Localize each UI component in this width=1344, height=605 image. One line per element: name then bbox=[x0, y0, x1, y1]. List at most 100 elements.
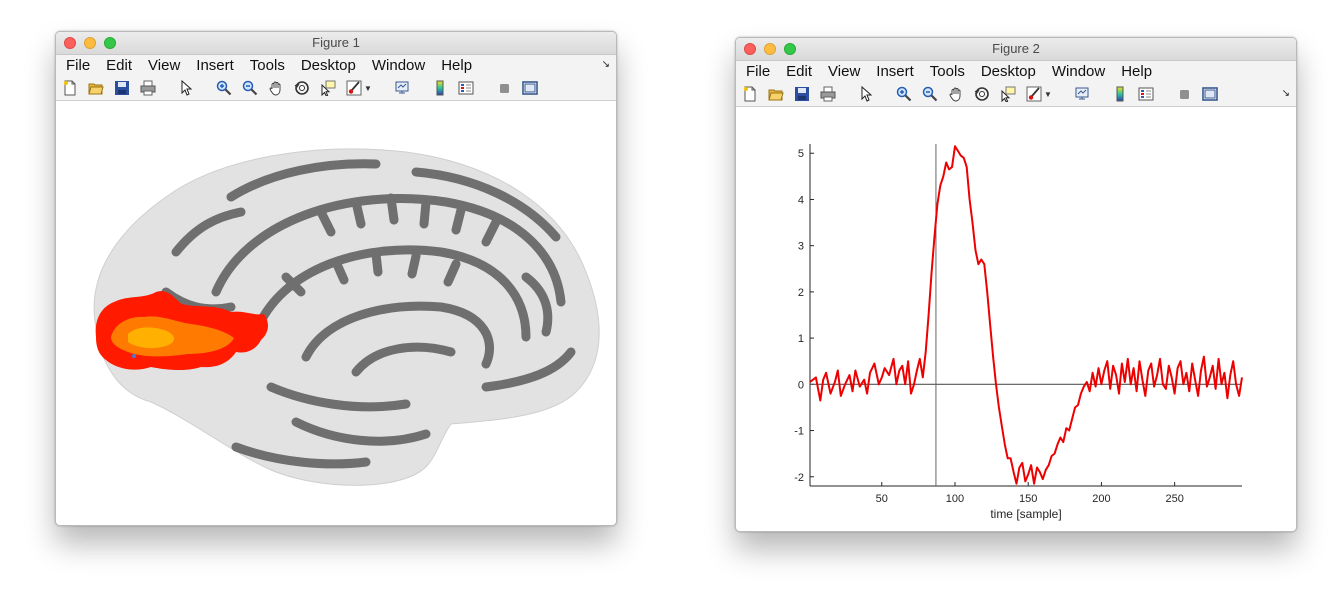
menu-window[interactable]: Window bbox=[364, 55, 433, 76]
figure2-window: Figure 2 File Edit View Insert Tools Des… bbox=[735, 37, 1297, 532]
save-button[interactable] bbox=[112, 78, 132, 98]
menu-file[interactable]: File bbox=[738, 61, 778, 82]
link-plot-icon bbox=[1075, 87, 1089, 100]
menu-tools[interactable]: Tools bbox=[242, 55, 293, 76]
show-tools-button[interactable] bbox=[520, 78, 540, 98]
window-frame-icon bbox=[1202, 87, 1218, 101]
rotate-3d-button[interactable] bbox=[972, 84, 992, 104]
menu-help[interactable]: Help bbox=[433, 55, 480, 76]
menu-edit[interactable]: Edit bbox=[98, 55, 140, 76]
new-file-icon bbox=[744, 86, 756, 102]
zoom-button[interactable] bbox=[784, 43, 796, 55]
brush-icon bbox=[1026, 86, 1042, 102]
x-tick-label: 50 bbox=[876, 493, 888, 505]
zoom-out-icon bbox=[922, 86, 938, 102]
rotate-3d-button[interactable] bbox=[292, 78, 312, 98]
edit-plot-button[interactable] bbox=[176, 78, 196, 98]
close-button[interactable] bbox=[744, 43, 756, 55]
y-tick-label: 5 bbox=[798, 148, 804, 160]
menu-help[interactable]: Help bbox=[1113, 61, 1160, 82]
x-tick-label: 250 bbox=[1165, 493, 1183, 505]
rotate-3d-icon bbox=[974, 87, 989, 101]
pan-button[interactable] bbox=[946, 84, 966, 104]
data-cursor-button[interactable] bbox=[318, 78, 338, 98]
legend-button[interactable] bbox=[456, 78, 476, 98]
menu-file[interactable]: File bbox=[58, 55, 98, 76]
signal-series-line bbox=[809, 145, 1243, 485]
y-tick-label: 3 bbox=[798, 241, 804, 253]
figure1-window: Figure 1 File Edit View Insert Tools Des… bbox=[55, 31, 617, 526]
figure1-titlebar[interactable]: Figure 1 bbox=[56, 32, 616, 55]
zoom-out-button[interactable] bbox=[920, 84, 940, 104]
window-frame-icon bbox=[522, 81, 538, 95]
menu-view[interactable]: View bbox=[820, 61, 868, 82]
link-plot-button[interactable] bbox=[392, 78, 412, 98]
vertex-marker bbox=[132, 354, 136, 358]
pointer-arrow-icon bbox=[181, 80, 193, 96]
square-gray-icon bbox=[1179, 90, 1189, 99]
menu-tools[interactable]: Tools bbox=[922, 61, 973, 82]
hide-tools-button[interactable] bbox=[494, 78, 514, 98]
link-plot-button[interactable] bbox=[1072, 84, 1092, 104]
toolbar-overflow-icon[interactable]: ↘ bbox=[1282, 88, 1290, 99]
figure-toolbar: ▼ ↘ bbox=[736, 82, 1296, 107]
zoom-button[interactable] bbox=[104, 37, 116, 49]
menu-desktop[interactable]: Desktop bbox=[973, 61, 1044, 82]
data-cursor-icon bbox=[1001, 86, 1016, 102]
legend-button[interactable] bbox=[1136, 84, 1156, 104]
minimize-button[interactable] bbox=[84, 37, 96, 49]
pan-button[interactable] bbox=[266, 78, 286, 98]
menu-view[interactable]: View bbox=[140, 55, 188, 76]
brush-dropdown-icon[interactable]: ▼ bbox=[1044, 90, 1052, 99]
x-axis-label: time [sample] bbox=[990, 507, 1061, 521]
menu-insert[interactable]: Insert bbox=[868, 61, 922, 82]
edit-plot-button[interactable] bbox=[856, 84, 876, 104]
new-figure-button[interactable] bbox=[740, 84, 760, 104]
brush-button[interactable] bbox=[344, 78, 364, 98]
printer-icon bbox=[140, 80, 156, 96]
menu-edit[interactable]: Edit bbox=[778, 61, 820, 82]
colorbar-icon bbox=[436, 80, 444, 96]
open-file-button[interactable] bbox=[766, 84, 786, 104]
colorbar-icon bbox=[1116, 86, 1124, 102]
print-button[interactable] bbox=[818, 84, 838, 104]
open-file-button[interactable] bbox=[86, 78, 106, 98]
colorbar-button[interactable] bbox=[1110, 84, 1130, 104]
figure1-canvas[interactable] bbox=[56, 102, 616, 525]
zoom-out-icon bbox=[242, 80, 258, 96]
brush-dropdown-icon[interactable]: ▼ bbox=[364, 84, 372, 93]
zoom-out-button[interactable] bbox=[240, 78, 260, 98]
menu-insert[interactable]: Insert bbox=[188, 55, 242, 76]
zoom-in-button[interactable] bbox=[214, 78, 234, 98]
figure2-canvas[interactable]: -2 -1 0 1 2 3 4 5 50 100 150 200 250 time [sample] bbox=[736, 108, 1296, 531]
brush-icon bbox=[346, 80, 362, 96]
zoom-in-button[interactable] bbox=[894, 84, 914, 104]
folder-open-icon bbox=[88, 83, 104, 95]
menu-window[interactable]: Window bbox=[1044, 61, 1113, 82]
new-figure-button[interactable] bbox=[60, 78, 80, 98]
brush-button[interactable] bbox=[1024, 84, 1044, 104]
axes: -2 -1 0 1 2 3 4 5 50 100 150 200 250 bbox=[794, 144, 1242, 505]
menu-desktop[interactable]: Desktop bbox=[293, 55, 364, 76]
rotate-3d-icon bbox=[294, 81, 309, 95]
zoom-in-icon bbox=[216, 80, 232, 96]
printer-icon bbox=[820, 86, 836, 102]
brain-surface[interactable] bbox=[56, 102, 614, 523]
data-cursor-button[interactable] bbox=[998, 84, 1018, 104]
hand-icon bbox=[949, 87, 961, 102]
close-button[interactable] bbox=[64, 37, 76, 49]
x-tick-label: 100 bbox=[946, 493, 964, 505]
save-button[interactable] bbox=[792, 84, 812, 104]
print-button[interactable] bbox=[138, 78, 158, 98]
figure2-titlebar[interactable]: Figure 2 bbox=[736, 38, 1296, 61]
colorbar-button[interactable] bbox=[430, 78, 450, 98]
menu-overflow-icon[interactable]: ↘ bbox=[602, 59, 610, 70]
show-tools-button[interactable] bbox=[1200, 84, 1220, 104]
y-tick-label: 0 bbox=[798, 379, 804, 391]
hide-tools-button[interactable] bbox=[1174, 84, 1194, 104]
minimize-button[interactable] bbox=[764, 43, 776, 55]
y-tick-label: 4 bbox=[798, 194, 804, 206]
square-gray-icon bbox=[499, 84, 509, 93]
timecourse-plot[interactable]: -2 -1 0 1 2 3 4 5 50 100 150 200 250 time [sample] bbox=[736, 108, 1294, 529]
menu-bar: File Edit View Insert Tools Desktop Wind… bbox=[56, 55, 616, 76]
